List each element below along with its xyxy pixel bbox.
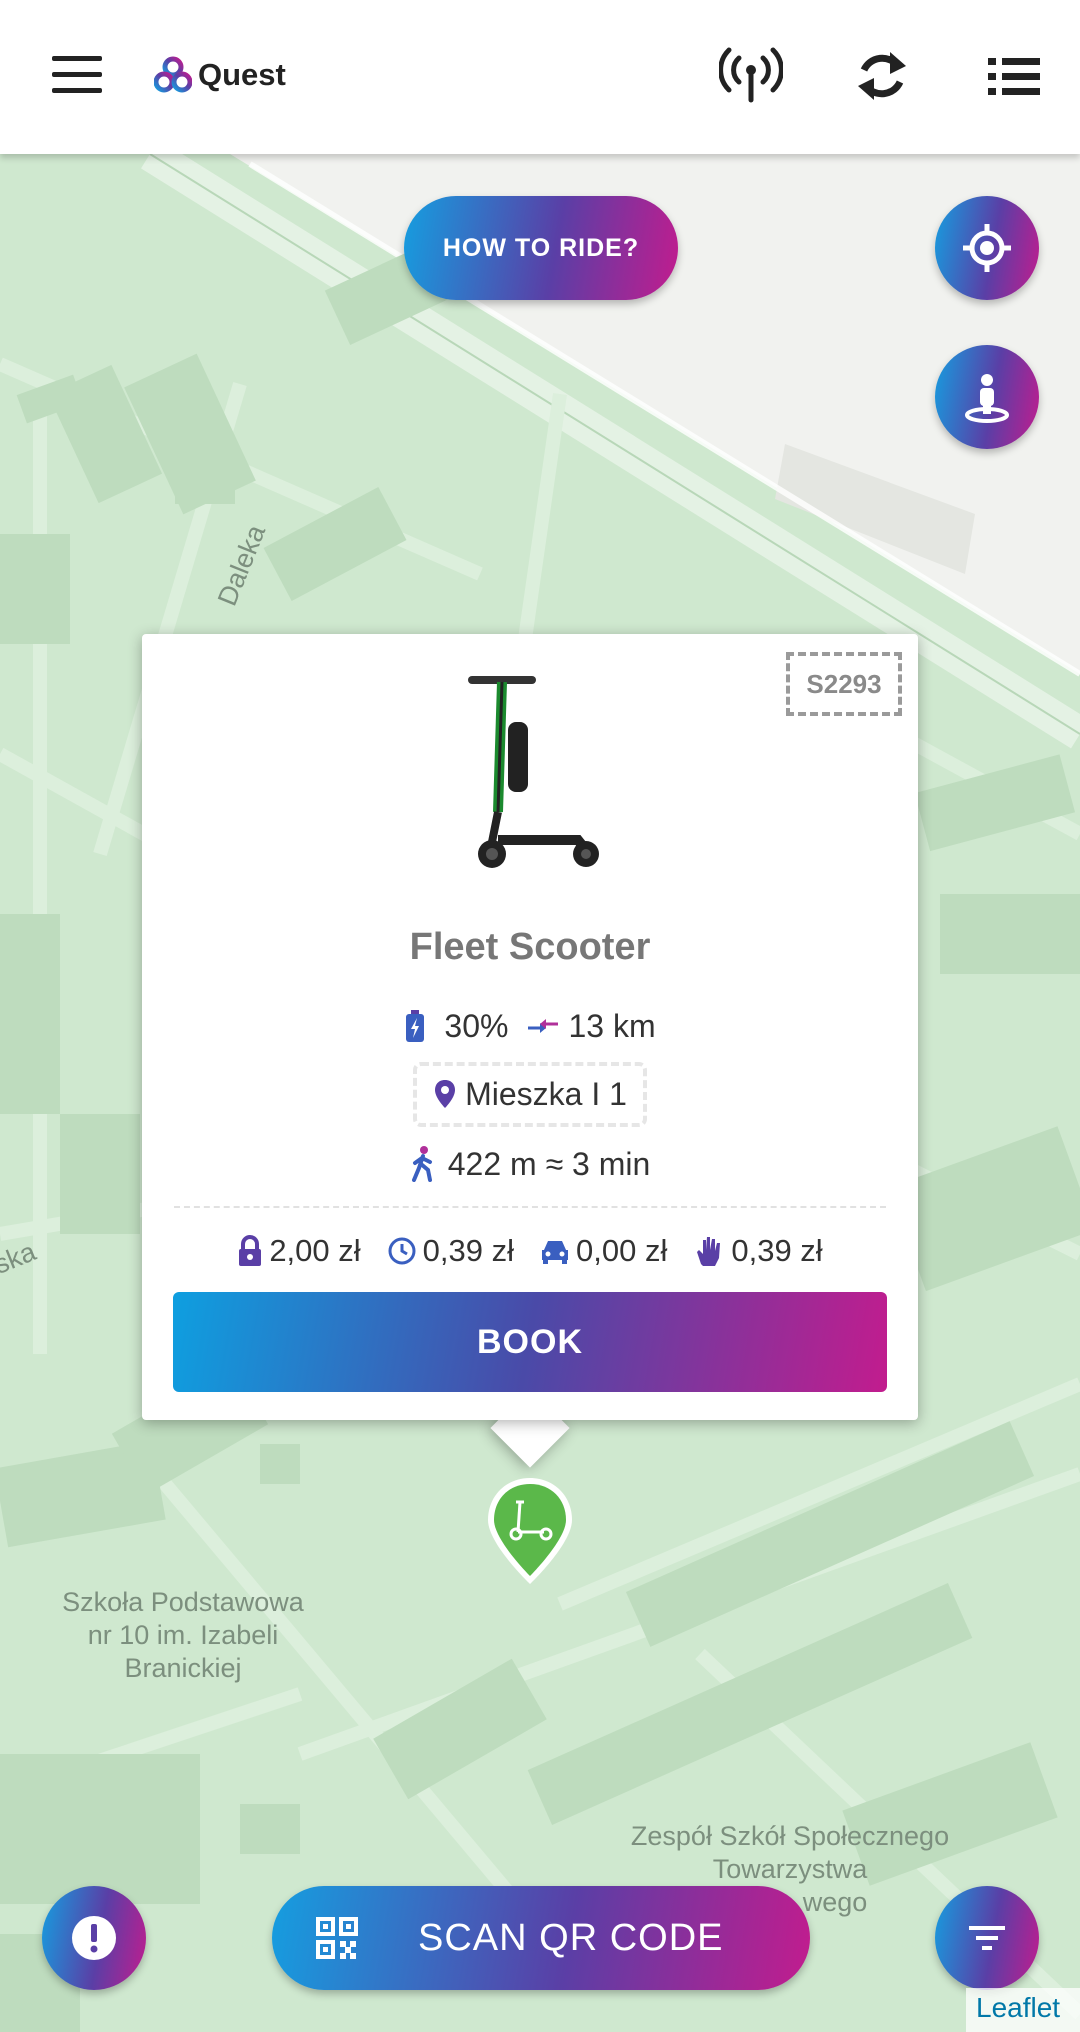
- poi-label-zespol-line: Towarzystwa: [712, 1854, 868, 1884]
- poi-label-school-line: Branickiej: [124, 1653, 242, 1683]
- battery-range-row: 30% 13 km: [142, 1002, 918, 1050]
- scooter-marker-icon: [488, 1478, 572, 1584]
- poi-label-school-line: Szkoła Podstawowa: [62, 1587, 304, 1617]
- lock-icon: [239, 1235, 262, 1266]
- clock-icon: [388, 1237, 416, 1265]
- location-value: Mieszka I 1: [465, 1075, 627, 1112]
- location-row: Mieszka I 1: [142, 1056, 918, 1132]
- filter-button[interactable]: [935, 1886, 1039, 1990]
- location-box: Mieszka I 1: [413, 1061, 647, 1127]
- scooter-image: [468, 676, 599, 868]
- qr-code-icon: [316, 1917, 358, 1959]
- person-location-button[interactable]: [935, 345, 1039, 449]
- walk-distance-value: 422 m ≈ 3 min: [447, 1145, 651, 1182]
- poi-label-school-line: nr 10 im. Izabeli: [87, 1620, 279, 1650]
- walking-person-icon: [411, 1146, 432, 1182]
- list-icon[interactable]: [982, 44, 1046, 108]
- app-header: Quest: [0, 0, 1080, 154]
- scan-qr-label: SCAN QR CODE: [418, 1916, 724, 1959]
- hand-stop-icon: [697, 1237, 721, 1266]
- scan-qr-button[interactable]: SCAN QR CODE: [272, 1886, 810, 1990]
- person-pin-icon: [965, 374, 1009, 423]
- antenna-icon[interactable]: [718, 44, 784, 108]
- book-button[interactable]: BOOK: [173, 1292, 887, 1392]
- parking-price: 0,00 zł: [576, 1233, 668, 1268]
- refresh-icon[interactable]: [850, 44, 914, 108]
- hamburger-menu-icon[interactable]: [52, 56, 102, 94]
- location-pin-icon: [435, 1080, 456, 1108]
- battery-icon: [406, 1010, 425, 1042]
- unlock-price: 2,00 zł: [269, 1233, 361, 1268]
- per-minute-price: 0,39 zł: [422, 1233, 514, 1268]
- range-arrows-icon: [528, 1019, 559, 1033]
- poi-label-zespol-line: Zespół Szkół Społecznego: [630, 1821, 950, 1851]
- car-icon: [542, 1241, 568, 1264]
- range-value: 13 km: [568, 1007, 656, 1044]
- leaflet-attribution[interactable]: Leaflet: [966, 1988, 1080, 2032]
- pause-price: 0,39 zł: [731, 1233, 823, 1268]
- scooter-popup: S2293 Fleet Scooter 30% 13 km Mieszka I …: [142, 634, 918, 1420]
- crosshair-icon: [963, 224, 1011, 272]
- prices-row: 2,00 zł 0,39 zł 0,00 zł 0,39 zł: [142, 1226, 918, 1276]
- locate-button[interactable]: [935, 196, 1039, 300]
- filter-icon: [969, 1926, 1005, 1950]
- divider: [174, 1206, 886, 1208]
- poi-label-school: Szkoła Podstawowa nr 10 im. Izabeli Bran…: [38, 1586, 328, 1685]
- how-to-ride-button[interactable]: HOW TO RIDE?: [404, 196, 678, 300]
- report-issue-button[interactable]: [42, 1886, 146, 1990]
- alert-icon: [72, 1916, 116, 1960]
- app-logo: Quest: [154, 56, 286, 94]
- scooter-id-badge: S2293: [786, 652, 902, 716]
- battery-value: 30%: [444, 1007, 509, 1044]
- walk-row: 422 m ≈ 3 min: [142, 1140, 918, 1188]
- app-name: Quest: [198, 57, 286, 92]
- scooter-marker[interactable]: [482, 1474, 578, 1590]
- quest-logo-icon: [154, 56, 192, 93]
- scooter-title: Fleet Scooter: [409, 926, 651, 968]
